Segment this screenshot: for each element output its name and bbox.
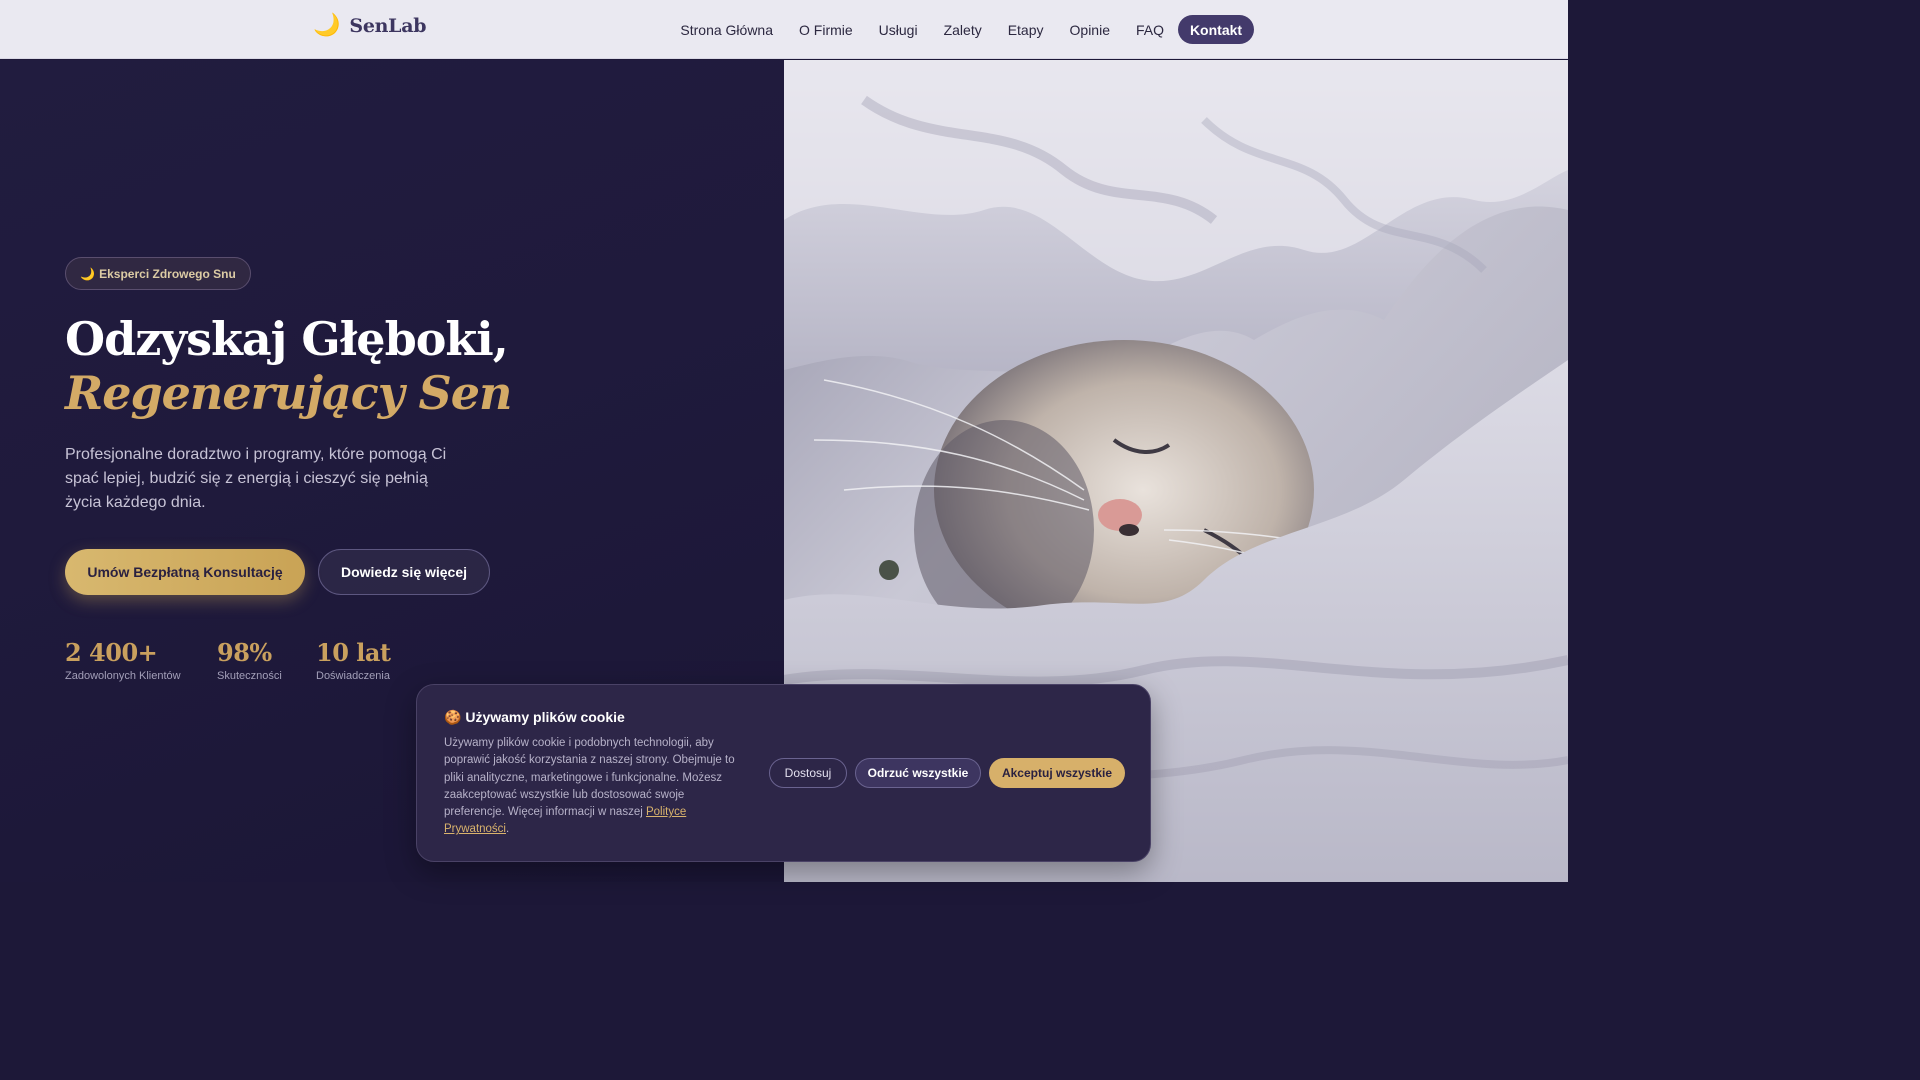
cookie-text-body: Używamy plików cookie i podobnych techno… — [444, 737, 735, 819]
nav-link-reviews[interactable]: Opinie — [1070, 16, 1110, 44]
stat-effectiveness: 98% Skuteczności — [217, 638, 282, 682]
book-consultation-button[interactable]: Umów Bezpłatną Konsultację — [65, 549, 305, 595]
hero-badge: 🌙 Eksperci Zdrowego Snu — [65, 257, 251, 290]
accept-all-button[interactable]: Akceptuj wszystkie — [989, 758, 1125, 788]
stat-label: Skuteczności — [217, 670, 282, 682]
cookie-text-end: . — [506, 823, 510, 836]
nav-link-stages[interactable]: Etapy — [1008, 16, 1044, 44]
stat-value: 2 400+ — [65, 638, 158, 667]
navbar: 🌙 SenLab Strona Główna O Firmie Usługi Z… — [0, 0, 1568, 59]
cookie-title: 🍪 Używamy plików cookie — [444, 709, 625, 726]
stat-label: Doświadczenia — [316, 670, 390, 682]
customize-cookies-button[interactable]: Dostosuj — [769, 758, 847, 788]
nav-links: Strona Główna O Firmie Usługi Zalety Eta… — [680, 15, 1254, 44]
cookie-icon: 🍪 — [444, 709, 462, 725]
cookie-text: Używamy plików cookie i podobnych techno… — [444, 735, 744, 839]
hero-lead: Profesjonalne doradztwo i programy, któr… — [65, 446, 447, 511]
cookie-banner: 🍪 Używamy plików cookie Używamy plików c… — [416, 684, 1151, 862]
learn-more-button[interactable]: Dowiedz się więcej — [318, 549, 490, 595]
hero-title: Odzyskaj Głęboki, — [65, 312, 509, 366]
logo[interactable]: 🌙 SenLab — [313, 13, 427, 38]
stat-value: 98% — [217, 638, 272, 667]
cookie-title-text: Używamy plików cookie — [465, 709, 625, 725]
stat-value: 10 lat — [316, 638, 391, 667]
moon-icon: 🌙 — [80, 266, 96, 281]
nav-link-services[interactable]: Usługi — [879, 16, 918, 44]
nav-link-benefits[interactable]: Zalety — [944, 16, 982, 44]
contact-button[interactable]: Kontakt — [1178, 15, 1254, 44]
stat-experience: 10 lat Doświadczenia — [316, 638, 391, 682]
logo-text: SenLab — [349, 15, 427, 37]
hero-badge-label: Eksperci Zdrowego Snu — [99, 266, 236, 281]
stat-clients: 2 400+ Zadowolonych Klientów — [65, 638, 181, 682]
stat-label: Zadowolonych Klientów — [65, 670, 181, 682]
hero-title-accent: Regenerujący Sen — [65, 366, 512, 420]
nav-link-home[interactable]: Strona Główna — [680, 16, 773, 44]
moon-icon: 🌙 — [313, 13, 341, 38]
nav-link-about[interactable]: O Firmie — [799, 16, 853, 44]
reject-all-button[interactable]: Odrzuć wszystkie — [855, 758, 981, 788]
nav-link-faq[interactable]: FAQ — [1136, 16, 1164, 44]
